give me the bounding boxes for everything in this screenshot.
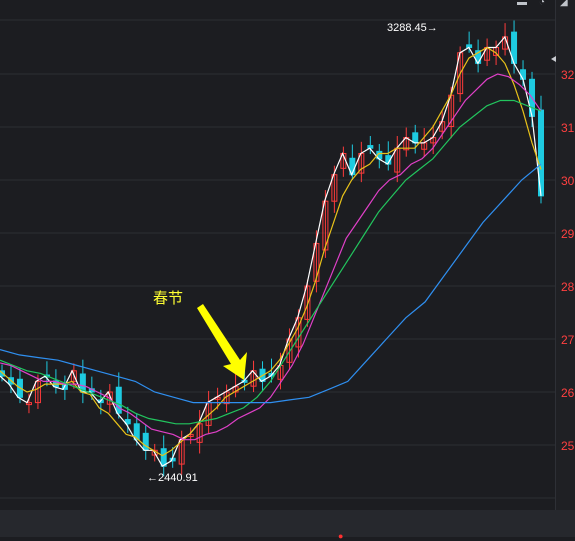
candle-body — [520, 69, 527, 80]
y-tick-label: 31 — [561, 121, 575, 135]
settings-icon[interactable]: ◔ — [539, 0, 545, 8]
y-tick-label: 27 — [561, 333, 575, 347]
event-arrow — [197, 304, 247, 380]
candle-body — [142, 432, 149, 451]
window-icon[interactable]: ▬ — [517, 0, 527, 8]
y-tick-label: 28 — [561, 280, 575, 294]
price-cursor-marker — [551, 56, 556, 62]
bottom-scroll-strip[interactable] — [0, 510, 575, 537]
moving-average-line — [0, 163, 542, 404]
y-tick-label: 26 — [561, 386, 575, 400]
y-tick-label: 25 — [561, 439, 575, 453]
y-tick-label: 30 — [561, 174, 575, 188]
candle-body — [160, 448, 167, 467]
candlestick-chart[interactable] — [0, 0, 575, 537]
expand-icon[interactable]: ◢ — [560, 0, 568, 8]
y-tick-label: 32 — [561, 68, 575, 82]
red-marker: ● — [338, 531, 344, 541]
y-tick-label: 29 — [561, 227, 575, 241]
high-price-label: 3288.45→ — [387, 22, 438, 34]
moving-average-line — [0, 73, 542, 441]
spring-festival-label: 春节 — [153, 289, 184, 307]
low-price-label: ←2440.91 — [147, 472, 198, 484]
candle-body — [367, 145, 374, 149]
candle-body — [412, 132, 419, 144]
